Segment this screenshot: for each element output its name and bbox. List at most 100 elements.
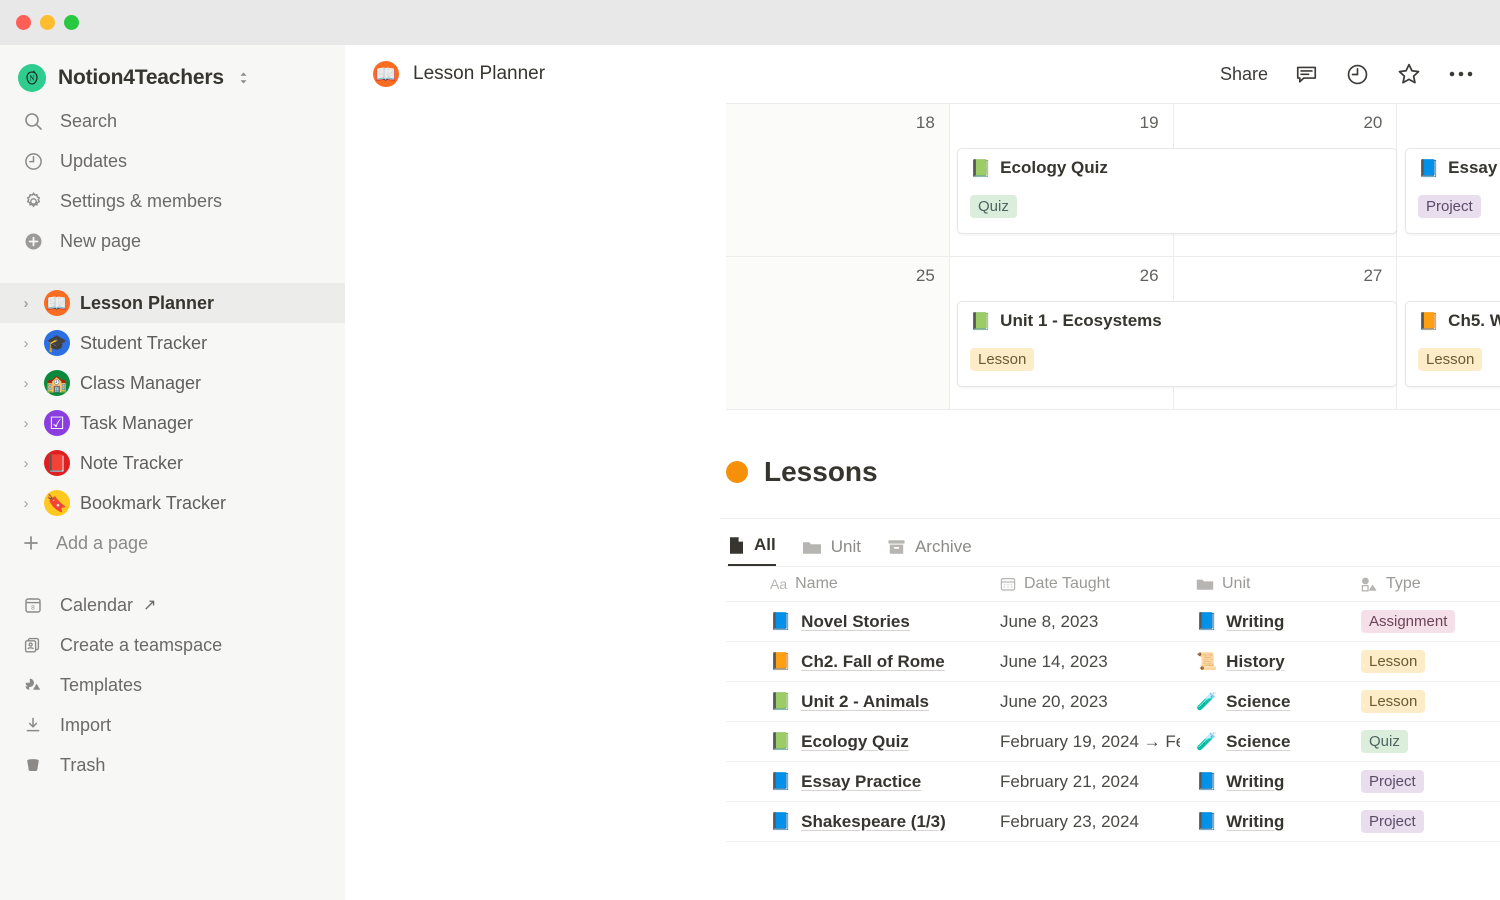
clock-history-icon[interactable] [1345,62,1370,87]
column-header-name[interactable]: Aa Name [726,575,992,593]
calendar-event-card[interactable]: 📗 Ecology Quiz Quiz [957,148,1397,234]
chevron-right-icon[interactable]: › [18,375,34,392]
comment-icon[interactable] [1294,62,1319,87]
calendar-event-card[interactable]: 📘 Essay Practice Project [1405,148,1500,234]
table-row[interactable]: 📘 Essay Practice February 21, 2024 📘 Writi… [726,762,1500,802]
cell-unit[interactable]: 🧪 Science [1188,732,1353,752]
calendar-event-card[interactable]: 📙 Ch5. World War II Lesson [1405,301,1500,387]
table-row[interactable]: 📗 Unit 2 - Animals June 20, 2023 🧪 Science… [726,682,1500,722]
window-minimize-button[interactable] [40,15,55,30]
cell-unit[interactable]: 📘 Writing [1188,612,1353,632]
tab-unit[interactable]: Unit [802,537,861,566]
calendar-day-cell[interactable]: 25 [726,257,950,409]
workspace-switcher[interactable]: N Notion4Teachers [0,55,345,101]
window-maximize-button[interactable] [64,15,79,30]
sidebar-item-student-tracker[interactable]: › 🎓 Student Tracker [0,323,345,363]
cell-date-taught[interactable]: June 8, 2023 [992,612,1188,632]
sidebar-item-create-teamspace[interactable]: Create a teamspace [0,625,345,665]
calendar-event-tag: Project [1418,195,1481,219]
cell-date-taught[interactable]: June 14, 2023 [992,652,1188,672]
cell-date-taught[interactable]: June 20, 2023 [992,692,1188,712]
event-emoji-icon: 📗 [970,311,992,331]
column-header-unit[interactable]: Unit [1188,575,1353,593]
row-emoji-icon: 📗 [770,692,792,711]
sidebar: N Notion4Teachers Search Updates Setting… [0,45,345,900]
sidebar-item-import[interactable]: Import [0,705,345,745]
sidebar-item-templates[interactable]: Templates [0,665,345,705]
cell-unit[interactable]: 🧪 Science [1188,692,1353,712]
cell-type[interactable]: Project [1353,809,1500,834]
calendar-week-row: 25 26 27 28 29 📗 Unit 1 - Ecosystems Les… [726,257,1500,410]
sidebar-divider-gap [0,261,345,283]
cell-unit[interactable]: 📘 Writing [1188,812,1353,832]
sidebar-item-calendar[interactable]: 8 Calendar ↗ [0,585,345,625]
more-options-icon[interactable] [1448,70,1474,78]
row-emoji-icon: 📘 [770,812,792,831]
cell-date-taught[interactable]: February 19, 2024 → Feb [992,732,1188,752]
type-tag: Quiz [1361,729,1408,754]
workspace-avatar: N [18,64,46,92]
sidebar-item-bookmark-tracker[interactable]: › 🔖 Bookmark Tracker [0,483,345,523]
calendar-day-number: 26 [1139,266,1159,285]
row-name: Essay Practice [801,771,922,791]
table-row[interactable]: 📘 Shakespeare (1/3) February 23, 2024 📘 Wr… [726,802,1500,842]
cell-name[interactable]: 📘 Essay Practice [726,772,992,792]
calendar-event-card[interactable]: 📗 Unit 1 - Ecosystems Lesson [957,301,1397,387]
cell-unit[interactable]: 📜 History [1188,652,1353,672]
cell-name[interactable]: 📙 Ch2. Fall of Rome [726,652,992,672]
chevron-right-icon[interactable]: › [18,415,34,432]
share-button[interactable]: Share [1220,64,1268,85]
window-close-button[interactable] [16,15,31,30]
cell-date-taught[interactable]: February 21, 2024 [992,772,1188,792]
table-row[interactable]: 📙 Ch2. Fall of Rome June 14, 2023 📜 Histor… [726,642,1500,682]
breadcrumb[interactable]: 📖 Lesson Planner [373,61,545,87]
cell-name[interactable]: 📘 Novel Stories [726,612,992,632]
sidebar-item-new-page[interactable]: New page [0,221,345,261]
cell-date-taught[interactable]: February 23, 2024 [992,812,1188,832]
row-name: Ch2. Fall of Rome [801,651,945,671]
chevron-right-icon[interactable]: › [18,295,34,312]
calendar-day-cell[interactable]: 18 [726,104,950,256]
sidebar-item-label: Create a teamspace [60,634,223,655]
sidebar-item-settings[interactable]: Settings & members [0,181,345,221]
row-emoji-icon: 📗 [770,732,792,751]
calendar-event-tag: Lesson [970,348,1035,372]
tab-archive[interactable]: Archive [887,537,972,566]
page-emoji-icon: ☑ [44,410,70,436]
chevron-right-icon[interactable]: › [18,455,34,472]
column-header-date-taught[interactable]: Date Taught [992,575,1188,593]
table-row[interactable]: 📗 Ecology Quiz February 19, 2024 → Feb 🧪 S… [726,722,1500,762]
chevron-right-icon[interactable]: › [18,335,34,352]
calendar-icon: 8 [22,594,44,616]
cell-type[interactable]: Lesson [1353,649,1500,674]
cell-name[interactable]: 📗 Unit 2 - Animals [726,692,992,712]
row-name: Shakespeare (1/3) [801,811,946,831]
sidebar-item-class-manager[interactable]: › 🏫 Class Manager [0,363,345,403]
sidebar-item-note-tracker[interactable]: › 📕 Note Tracker [0,443,345,483]
lessons-heading: Lessons [726,456,1500,488]
cell-type[interactable]: Quiz [1353,729,1500,754]
page-icon [728,536,745,555]
column-header-type[interactable]: Type [1353,575,1500,593]
unit-emoji-icon: 📜 [1196,652,1218,671]
cell-unit[interactable]: 📘 Writing [1188,772,1353,792]
cell-type[interactable]: Assignment [1353,609,1500,634]
cell-type[interactable]: Lesson [1353,689,1500,714]
cell-type[interactable]: Project [1353,769,1500,794]
tab-all[interactable]: All [728,535,776,566]
row-name: Ecology Quiz [801,731,909,751]
sidebar-item-updates[interactable]: Updates [0,141,345,181]
add-a-page-button[interactable]: Add a page [0,523,345,563]
chevron-right-icon[interactable]: › [18,495,34,512]
star-icon[interactable] [1396,61,1422,87]
type-tag: Project [1361,809,1424,834]
unit-emoji-icon: 📘 [1196,812,1218,831]
lessons-table: Aa Name Date Taught Unit Type 📘 Novel St… [726,566,1500,842]
sidebar-item-lesson-planner[interactable]: › 📖 Lesson Planner [0,283,345,323]
sidebar-item-trash[interactable]: Trash [0,745,345,785]
cell-name[interactable]: 📘 Shakespeare (1/3) [726,812,992,832]
sidebar-item-task-manager[interactable]: › ☑ Task Manager [0,403,345,443]
sidebar-item-search[interactable]: Search [0,101,345,141]
table-row[interactable]: 📘 Novel Stories June 8, 2023 📘 Writing Ass… [726,602,1500,642]
cell-name[interactable]: 📗 Ecology Quiz [726,732,992,752]
